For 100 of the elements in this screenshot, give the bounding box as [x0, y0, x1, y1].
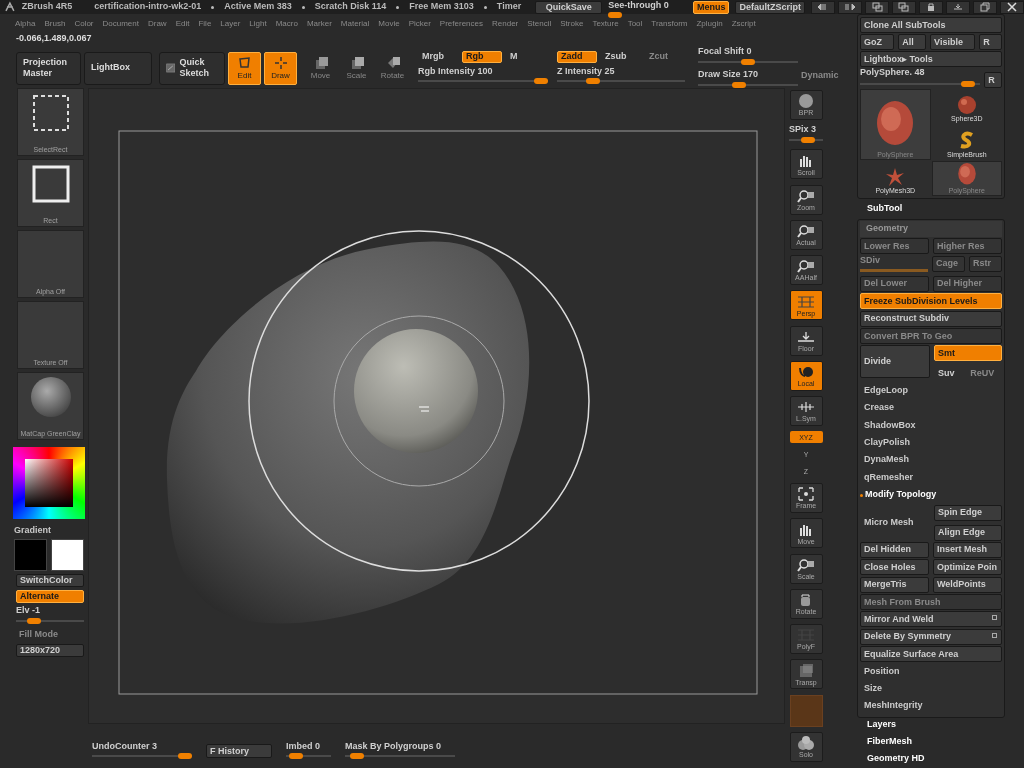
- material-swatch-button[interactable]: [789, 694, 823, 727]
- geometry-button[interactable]: Freeze SubDivision Levels: [860, 293, 1002, 310]
- menu-item[interactable]: Edit: [175, 19, 190, 29]
- geometry-button[interactable]: MergeTris: [860, 576, 929, 593]
- geometry-button[interactable]: Delete By Symmetry: [860, 628, 1002, 645]
- geometry-button[interactable]: Close Holes: [860, 559, 929, 576]
- projection-master-button[interactable]: Projection Master: [16, 51, 81, 85]
- clone-all-subtools-button[interactable]: Clone All SubTools: [860, 17, 1002, 33]
- reset-button[interactable]: R: [984, 72, 1002, 88]
- slider-knob[interactable]: [534, 78, 548, 85]
- subpalette-header[interactable]: DynaMesh: [860, 452, 1002, 469]
- mode-toggle[interactable]: Zsub: [601, 50, 641, 63]
- palette-header[interactable]: Geometry HD: [857, 752, 1024, 768]
- geometry-button[interactable]: Optimize Poin: [933, 559, 1002, 576]
- lock-button[interactable]: [919, 0, 943, 14]
- menu-item[interactable]: Transform: [651, 19, 688, 29]
- close-button[interactable]: [1000, 0, 1024, 14]
- alternate-button[interactable]: Alternate: [16, 589, 84, 603]
- geometry-button[interactable]: Align Edge: [934, 524, 1002, 541]
- geometry-button[interactable]: Mirror And Weld: [860, 611, 1002, 628]
- menu-item[interactable]: Tool: [627, 19, 643, 29]
- menu-item[interactable]: Picker: [408, 19, 431, 29]
- menu-item[interactable]: Macro: [275, 19, 298, 29]
- menu-item[interactable]: Document: [102, 19, 139, 29]
- subpalette-header[interactable]: Size: [860, 681, 1002, 698]
- arrows-left-button[interactable]: [811, 0, 835, 14]
- windows-button[interactable]: [892, 0, 916, 14]
- menu-item[interactable]: Zscript: [731, 19, 756, 29]
- switch-color-button[interactable]: SwitchColor: [16, 573, 84, 587]
- lightbox-tools-button[interactable]: Lightbox▸ Tools: [860, 51, 1002, 67]
- script-button[interactable]: DefaultZScript: [735, 0, 805, 14]
- palette-header[interactable]: FiberMesh: [857, 735, 1024, 753]
- quicksave-button[interactable]: QuickSave: [535, 0, 603, 14]
- subpalette-header[interactable]: ClayPolish: [860, 434, 1002, 451]
- slider-knob[interactable]: [178, 753, 192, 760]
- geometry-button[interactable]: Suv: [934, 365, 963, 382]
- subpalette-header[interactable]: Crease: [860, 400, 1002, 417]
- edit-button[interactable]: Edit: [228, 51, 261, 85]
- mask-slider[interactable]: Mask By Polygroups 0: [345, 741, 455, 761]
- color-picker[interactable]: [13, 447, 85, 519]
- slider-knob[interactable]: [289, 753, 304, 760]
- scale-button[interactable]: Scale: [340, 51, 373, 85]
- menus-button[interactable]: Menus: [692, 0, 730, 14]
- canvas[interactable]: [88, 88, 785, 724]
- mode-toggle[interactable]: M: [506, 50, 546, 63]
- menu-item[interactable]: Render: [492, 19, 519, 29]
- subpalette-header[interactable]: MeshIntegrity: [860, 698, 1002, 715]
- color-swatch[interactable]: [14, 538, 47, 571]
- geometry-button[interactable]: Equalize Surface Area: [860, 646, 1002, 663]
- slider-knob[interactable]: [349, 753, 364, 760]
- menu-item[interactable]: Movie: [378, 19, 400, 29]
- geometry-button[interactable]: WeldPoints: [933, 576, 1002, 593]
- mode-toggle[interactable]: Rgb: [462, 50, 502, 63]
- subpalette-header[interactable]: ShadowBox: [860, 417, 1002, 434]
- menu-item[interactable]: Alpha: [15, 19, 36, 29]
- menu-item[interactable]: Preferences: [439, 19, 483, 29]
- resolution-button[interactable]: 1280x720: [16, 643, 84, 657]
- windows-button[interactable]: [865, 0, 889, 14]
- slider-knob[interactable]: [960, 81, 975, 87]
- mode-toggle[interactable]: Zadd: [557, 50, 597, 63]
- restore-button[interactable]: [973, 0, 997, 14]
- tool-button[interactable]: All: [898, 34, 927, 50]
- slider-knob[interactable]: [585, 78, 600, 85]
- geometry-button[interactable]: Del Hidden: [860, 541, 929, 558]
- geometry-button[interactable]: Spin Edge: [934, 504, 1002, 521]
- menu-item[interactable]: Material: [340, 19, 370, 29]
- color-swatch[interactable]: [51, 538, 84, 571]
- menu-item[interactable]: Light: [249, 19, 267, 29]
- tool-slider[interactable]: PolySphere. 48: [860, 68, 981, 88]
- tool-button[interactable]: Visible: [930, 34, 976, 50]
- divide-button[interactable]: Divide: [860, 345, 930, 379]
- subpalette-header[interactable]: Modify Topology: [860, 487, 1002, 504]
- slider-knob[interactable]: [741, 59, 755, 65]
- slider-knob[interactable]: [608, 12, 623, 19]
- subpalette-header[interactable]: Position: [860, 663, 1002, 680]
- slider-knob[interactable]: [732, 81, 747, 88]
- menu-item[interactable]: Marker: [306, 19, 332, 29]
- tool-button[interactable]: R: [979, 34, 1002, 50]
- menu-item[interactable]: Layer: [220, 19, 241, 29]
- menu-item[interactable]: File: [198, 19, 212, 29]
- geometry-button[interactable]: Smt: [934, 345, 1002, 362]
- intensity-slider[interactable]: Rgb Intensity 100: [418, 66, 548, 86]
- imbed-slider[interactable]: Imbed 0: [286, 741, 331, 761]
- menu-item[interactable]: Stroke: [560, 19, 584, 29]
- mode-toggle[interactable]: Mrgb: [418, 50, 458, 63]
- arrows-right-button[interactable]: [838, 0, 862, 14]
- spix-slider[interactable]: SPix 3: [789, 125, 823, 145]
- menu-item[interactable]: Draw: [147, 19, 167, 29]
- menu-item[interactable]: Brush: [44, 19, 66, 29]
- lightbox-button[interactable]: LightBox: [84, 51, 152, 85]
- subpalette-header[interactable]: qRemesher: [860, 469, 1002, 486]
- subtool-header[interactable]: SubTool: [857, 199, 1024, 219]
- focal-shift-slider[interactable]: Focal Shift 0: [698, 47, 798, 66]
- palette-header[interactable]: Layers: [857, 718, 1024, 736]
- menu-item[interactable]: Zplugin: [696, 19, 723, 29]
- tool-button[interactable]: GoZ: [860, 34, 895, 50]
- sculpt-drawing[interactable]: [166, 241, 530, 624]
- draw-size-slider[interactable]: Draw Size 170: [698, 70, 798, 89]
- subpalette-header[interactable]: EdgeLoop: [860, 382, 1002, 399]
- slider-knob[interactable]: [801, 137, 815, 144]
